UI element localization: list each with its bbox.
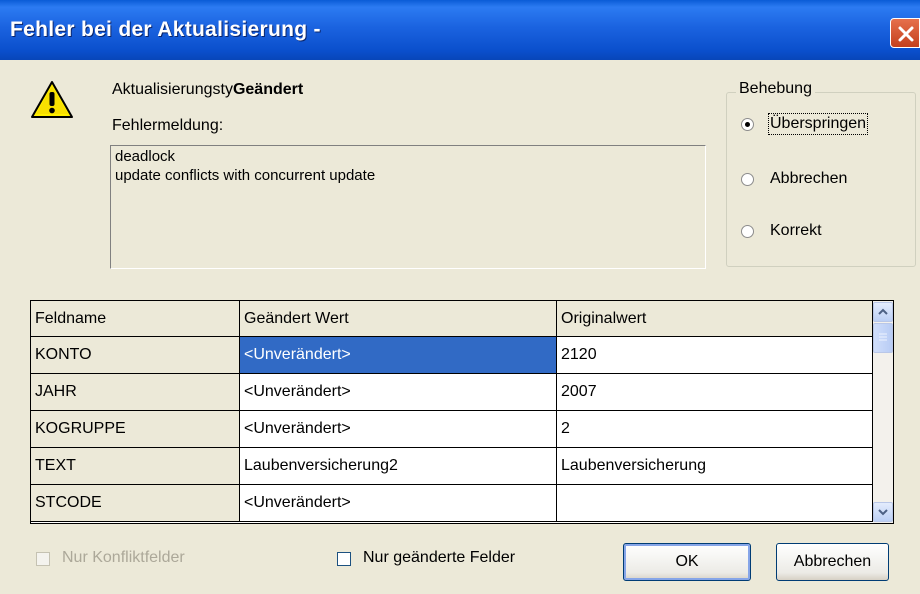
row-fieldname: KONTO [31, 337, 240, 374]
row-changed-value[interactable]: <Unverändert> [240, 374, 557, 411]
ok-button[interactable]: OK [623, 543, 751, 581]
window-title: Fehler bei der Aktualisierung - [10, 18, 321, 41]
cancel-button[interactable]: Abbrechen [776, 543, 889, 581]
vertical-scrollbar[interactable] [873, 301, 893, 523]
row-original-value[interactable]: Laubenversicherung [557, 448, 873, 485]
update-type-value: Geändert [232, 81, 304, 98]
error-dialog: Fehler bei der Aktualisierung - Aktualis… [0, 0, 920, 594]
radio-abort-label[interactable]: Abbrechen [770, 170, 847, 188]
row-changed-value[interactable]: <Unverändert> [240, 337, 557, 374]
row-fieldname: STCODE [31, 485, 240, 522]
error-message-label: Fehlermeldung: [112, 117, 224, 134]
row-original-value[interactable] [557, 485, 873, 522]
row-fieldname: KOGRUPPE [31, 411, 240, 448]
chevron-up-icon [878, 308, 888, 315]
row-fieldname: TEXT [31, 448, 240, 485]
radio-button[interactable] [741, 225, 754, 238]
checkbox-box[interactable] [337, 552, 351, 566]
resolution-group-title: Behebung [736, 80, 815, 98]
checkbox-box[interactable] [36, 552, 50, 566]
column-header-changed-value[interactable]: Geändert Wert [240, 301, 557, 337]
error-message-line: deadlock [115, 148, 176, 165]
chevron-down-icon [878, 509, 888, 516]
warning-icon [31, 81, 73, 118]
field-grid[interactable]: Feldname Geändert Wert Originalwert KONT… [30, 300, 894, 524]
scroll-down-button[interactable] [873, 502, 893, 522]
column-header-fieldname[interactable]: Feldname [31, 301, 240, 337]
radio-correct-label[interactable]: Korrekt [770, 222, 822, 240]
close-button[interactable] [890, 18, 920, 48]
only-changed-label: Nur geänderte Felder [363, 549, 516, 566]
row-changed-value[interactable]: Laubenversicherung2 [240, 448, 557, 485]
update-type-label: Aktualisierungsty [112, 81, 233, 98]
update-type-line: AktualisierungstyGeändert [112, 81, 303, 99]
row-original-value[interactable]: 2 [557, 411, 873, 448]
radio-skip-label[interactable]: Überspringen [767, 113, 869, 135]
error-message-box[interactable]: deadlock update conflicts with concurren… [110, 145, 706, 269]
row-changed-value[interactable]: <Unverändert> [240, 485, 557, 522]
close-icon [898, 26, 914, 42]
error-message-line: update conflicts with concurrent update [115, 167, 376, 184]
row-original-value[interactable]: 2007 [557, 374, 873, 411]
radio-button[interactable] [741, 173, 754, 186]
grip-icon [879, 333, 887, 341]
radio-button[interactable] [741, 118, 754, 131]
scroll-up-button[interactable] [873, 302, 893, 322]
title-bar[interactable]: Fehler bei der Aktualisierung - [0, 0, 920, 60]
column-header-original-value[interactable]: Originalwert [557, 301, 873, 337]
scroll-thumb[interactable] [873, 323, 893, 353]
row-original-value[interactable]: 2120 [557, 337, 873, 374]
only-conflicts-label: Nur Konfliktfelder [62, 549, 185, 566]
row-fieldname: JAHR [31, 374, 240, 411]
radio-selected-dot [745, 122, 750, 127]
row-changed-value[interactable]: <Unverändert> [240, 411, 557, 448]
